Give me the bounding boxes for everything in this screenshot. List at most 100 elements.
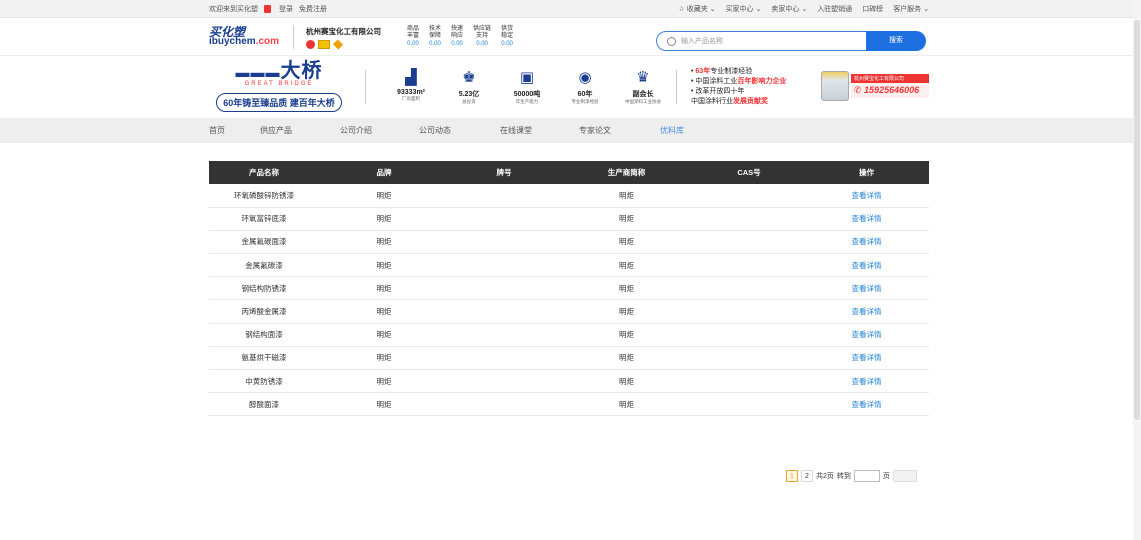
nav-item-1[interactable]: 供应产品 — [260, 125, 340, 136]
table-cell: 金属氟碳面漆 — [209, 230, 319, 255]
divider — [676, 70, 677, 104]
view-details-link[interactable]: 查看详情 — [804, 276, 929, 301]
table-cell: 明炬 — [319, 184, 449, 208]
table-cell — [449, 253, 559, 278]
stat-item: 快速 响应 0.00 — [451, 26, 463, 48]
nav-item-4[interactable]: 在线课堂 — [500, 125, 579, 136]
view-details-link[interactable]: 查看详情 — [804, 323, 929, 347]
table-cell — [449, 392, 559, 417]
topbar-link-0[interactable]: ☆ 收藏夹 ⌄ — [679, 4, 716, 14]
table-cell: 明炬 — [319, 392, 449, 417]
topbar-link-3[interactable]: 入驻塑销通 — [817, 4, 852, 14]
topbar-link-4[interactable]: 口碑榜 — [862, 4, 883, 14]
view-details-link[interactable]: 查看详情 — [804, 299, 929, 324]
table-cell: 丙烯酸金属漆 — [209, 299, 319, 324]
company-name[interactable]: 杭州赛宝化工有限公司 — [306, 26, 401, 37]
fact-label: 年生产能力 — [515, 99, 539, 104]
column-header: 品牌 — [319, 161, 449, 184]
view-details-link[interactable]: 查看详情 — [804, 184, 929, 208]
nav-item-6[interactable]: 优料库 — [660, 125, 720, 136]
highlight-text: 中国涂料行业 — [691, 98, 733, 105]
topbar-link-5[interactable]: 客户服务 ⌄ — [893, 4, 929, 14]
register-link[interactable]: 免费注册 — [299, 4, 327, 14]
product-promo[interactable]: 杭州赛宝化工有限公司 ✆ 15925646006 — [821, 68, 929, 104]
view-details-link[interactable]: 查看详情 — [804, 207, 929, 231]
promo-company: 杭州赛宝化工有限公司 — [851, 74, 929, 83]
highlight-item: 中国涂料行业发展贡献奖 — [691, 97, 831, 107]
nav-item-5[interactable]: 专家论文 — [579, 125, 660, 136]
pagination: 1 2 共2页 转到 页 — [786, 470, 917, 482]
view-details-link[interactable]: 查看详情 — [804, 346, 929, 371]
view-details-link[interactable]: 查看详情 — [804, 253, 929, 278]
fact-item: ▣ 50000吨 年生产能力 — [498, 69, 556, 105]
column-header: 牌号 — [449, 161, 559, 184]
table-cell: 明炬 — [559, 253, 694, 278]
nav-item-3[interactable]: 公司动态 — [419, 125, 500, 136]
stat-label: 支持 — [476, 33, 489, 39]
table-cell: 明炬 — [319, 323, 449, 347]
view-details-link[interactable]: 查看详情 — [804, 230, 929, 255]
table-cell: 醇酸面漆 — [209, 392, 319, 417]
table-row: 醇酸面漆 明炬 明炬 查看详情 — [209, 392, 929, 417]
divider — [293, 25, 294, 49]
table-cell — [449, 369, 559, 394]
table-cell — [694, 299, 804, 324]
fact-item: ◉ 60年 专业制漆经验 — [556, 69, 614, 105]
highlight-item: • 中国涂料工业百年影响力企业 — [691, 77, 831, 87]
table-cell: 明炬 — [319, 369, 449, 394]
table-cell: 明炬 — [559, 323, 694, 347]
highlight-emphasis: 百年影响力企业 — [737, 78, 787, 85]
highlight-text: 专业制漆经验 — [710, 68, 753, 75]
stat-item: 供应链 支持 0.00 — [473, 26, 491, 48]
brand-cn: 大桥 — [280, 60, 323, 82]
scrollbar[interactable] — [1133, 0, 1141, 540]
table-row: 氨基烘干磁漆 明炬 明炬 查看详情 — [209, 346, 929, 371]
goto-page-input[interactable] — [853, 470, 880, 482]
company-info: 杭州赛宝化工有限公司 — [306, 26, 401, 50]
factory-icon: ▟ — [405, 69, 417, 86]
table-cell — [449, 299, 559, 324]
column-header: CAS号 — [694, 161, 804, 184]
table-row: 环氧磷酸锌防锈漆 明炬 明炬 查看详情 — [209, 184, 929, 208]
table-cell: 环氧富锌底漆 — [209, 207, 319, 231]
promo-phone: ✆ 15925646006 — [851, 83, 929, 98]
login-link[interactable]: 登录 — [279, 4, 293, 14]
goto-label: 转到 — [836, 473, 851, 480]
fact-label: 总投资 — [462, 99, 476, 104]
topbar-link-2[interactable]: 卖家中心 ⌄ — [771, 4, 807, 14]
stat-label: 稳定 — [501, 33, 514, 39]
site-logo[interactable]: 买化塑 ibuychem.com — [209, 26, 279, 47]
fact-value: 60年 — [577, 91, 593, 98]
topbar-link-1[interactable]: 买家中心 ⌄ — [726, 4, 762, 14]
table-row: 环氧富锌底漆 明炬 明炬 查看详情 — [209, 207, 929, 231]
brand-block: ▬▬▬大桥 GREAT BRIDGE 60年铸至臻品质 建百年大桥 — [209, 60, 349, 112]
fact-label: 专业制漆经验 — [571, 99, 599, 104]
table-row: 钢结构防锈漆 明炬 明炬 查看详情 — [209, 276, 929, 301]
page-1[interactable]: 1 — [786, 470, 798, 482]
stat-value: 0.00 — [476, 41, 488, 47]
view-details-link[interactable]: 查看详情 — [804, 369, 929, 394]
scrollbar-thumb[interactable] — [1134, 20, 1140, 420]
table-row: 金属氟碳漆 明炬 明炬 查看详情 — [209, 253, 929, 278]
page-2[interactable]: 2 — [801, 470, 813, 482]
fact-item: ♛ 副会长 中国涂料工业协会 — [614, 69, 672, 105]
table-cell — [694, 253, 804, 278]
table-cell: 明炬 — [319, 299, 449, 324]
table-cell — [694, 207, 804, 231]
stat-label: 丰富 — [407, 33, 420, 39]
highlight-emphasis: 发展贡献奖 — [733, 98, 768, 105]
goto-page-button[interactable] — [892, 470, 917, 482]
shop-banner: ▬▬▬大桥 GREAT BRIDGE 60年铸至臻品质 建百年大桥 ▟ 93333… — [0, 56, 1141, 118]
capacity-icon: ▣ — [519, 69, 535, 86]
search-button[interactable]: 搜索 — [866, 31, 926, 51]
nav-item-0[interactable]: 首页 — [209, 125, 260, 136]
phone-icon: ✆ — [854, 85, 865, 95]
nav-item-2[interactable]: 公司介绍 — [340, 125, 419, 136]
paint-can-image — [821, 71, 849, 101]
view-details-link[interactable]: 查看详情 — [804, 392, 929, 417]
brand-logo: ▬▬▬大桥 — [235, 60, 323, 82]
stat-label: 响应 — [451, 33, 464, 39]
search-input[interactable]: 输入产品名称 — [656, 31, 866, 51]
column-header: 生产商简称 — [559, 161, 694, 184]
divider — [365, 70, 366, 104]
